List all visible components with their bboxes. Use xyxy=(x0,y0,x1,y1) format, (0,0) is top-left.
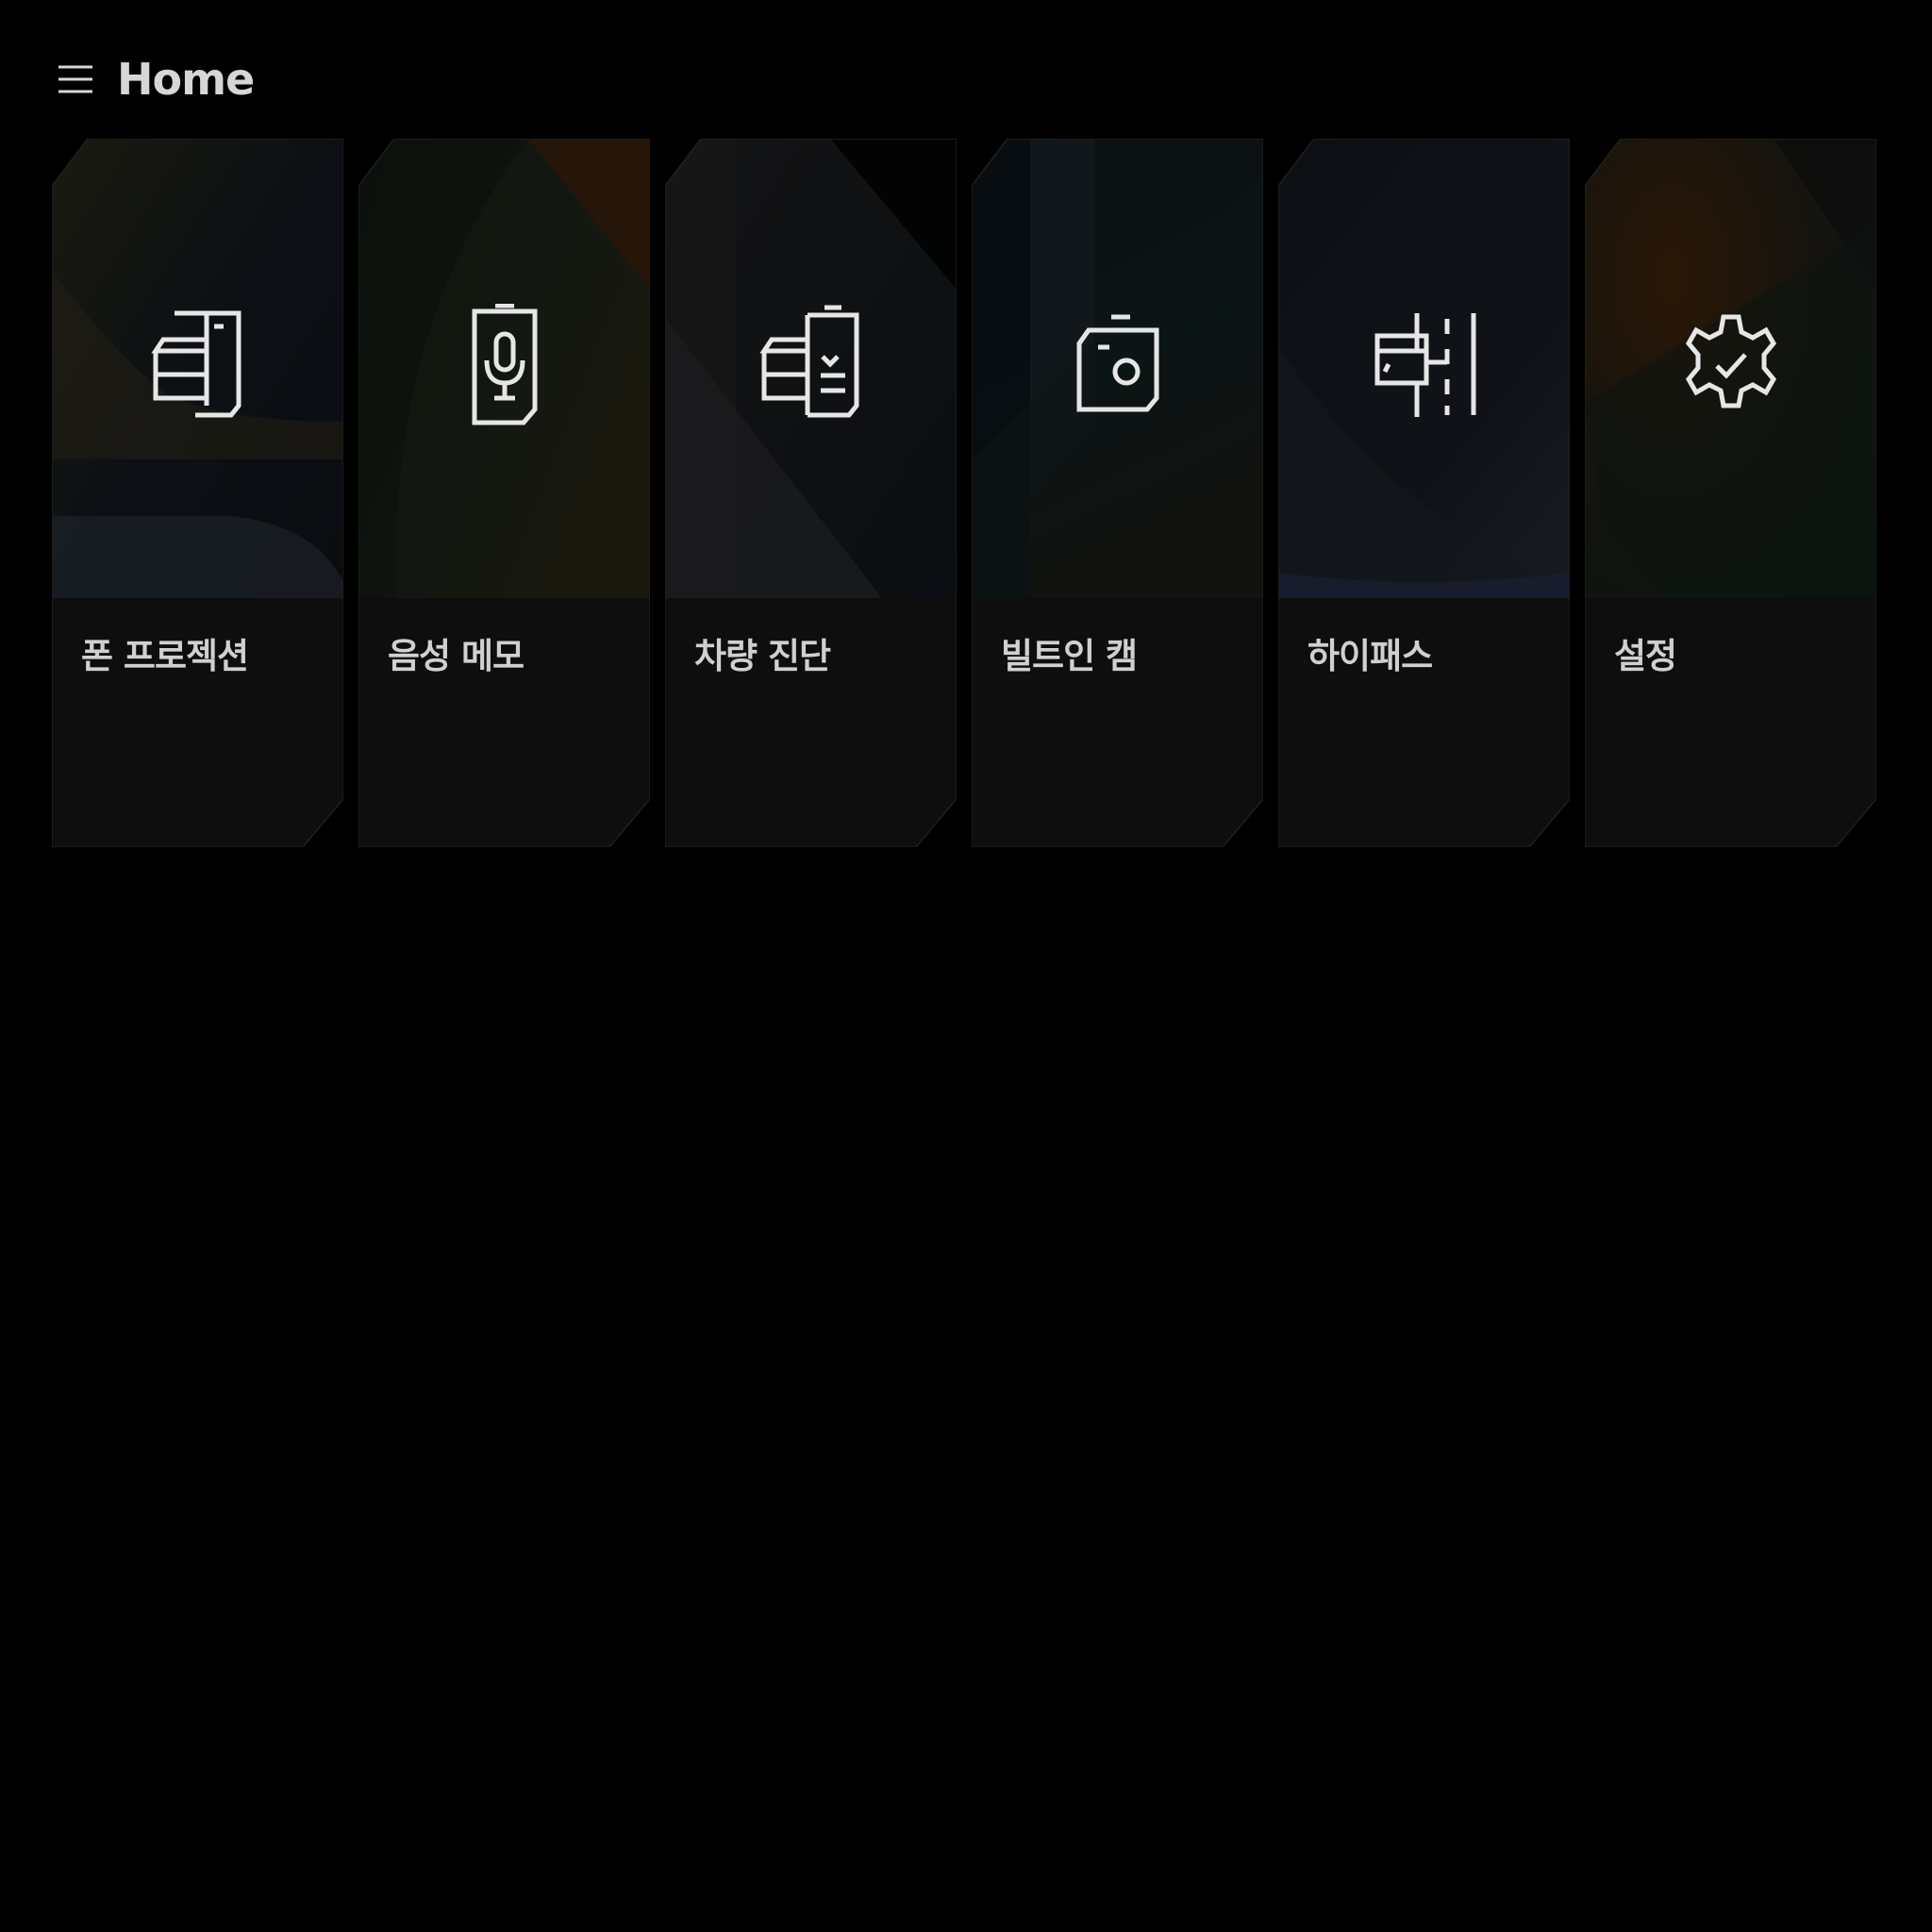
hipass-icon xyxy=(1278,304,1570,431)
card-vehicle-diagnosis[interactable]: 차량 진단 xyxy=(665,139,957,847)
voice-memo-icon xyxy=(358,304,650,431)
card-voice-memo[interactable]: 음성 메모 xyxy=(358,139,650,847)
card-label: 설정 xyxy=(1614,636,1677,676)
card-hipass[interactable]: 하이패스 xyxy=(1278,139,1570,847)
phone-projection-icon xyxy=(52,304,343,431)
page-title: Home xyxy=(117,54,255,105)
card-builtin-cam[interactable]: 빌트인 캠 xyxy=(972,139,1263,847)
card-label: 폰 프로젝션 xyxy=(81,636,249,676)
card-phone-projection[interactable]: 폰 프로젝션 xyxy=(52,139,343,847)
header: Home xyxy=(55,49,255,109)
hamburger-menu-icon[interactable] xyxy=(55,58,96,100)
card-label: 차량 진단 xyxy=(694,636,831,676)
settings-icon xyxy=(1585,304,1876,431)
vehicle-diagnosis-icon xyxy=(665,304,957,431)
builtin-cam-icon xyxy=(972,304,1263,431)
card-label: 하이패스 xyxy=(1307,636,1433,676)
card-label: 음성 메모 xyxy=(388,636,525,676)
card-settings[interactable]: 설정 xyxy=(1585,139,1876,847)
card-label: 빌트인 캠 xyxy=(1001,636,1138,676)
